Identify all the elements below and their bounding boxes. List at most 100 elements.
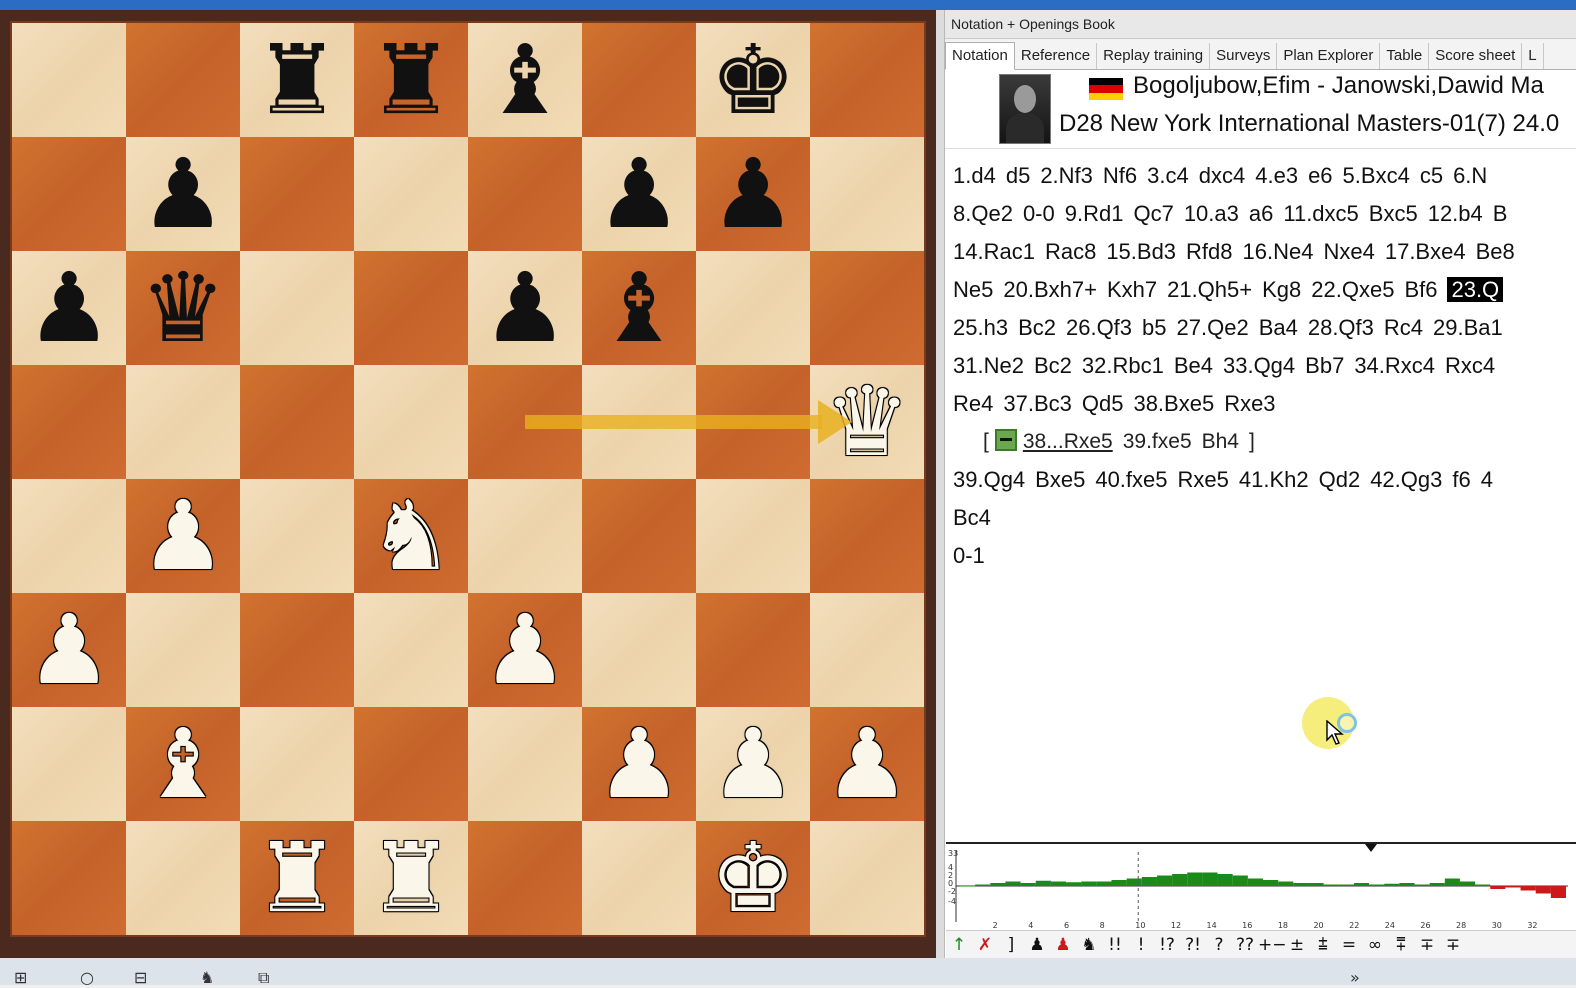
move[interactable]: 11.dxc5 [1283,201,1358,226]
black-better-alt-button[interactable]: ∓ [1440,935,1466,955]
square-f7[interactable]: ♟ [582,137,696,251]
move[interactable]: 31.Ne2 [953,353,1024,378]
notation-text[interactable]: 1.d4 d5 2.Nf3 Nf6 3.c4 dxc4 4.e3 e6 5.Bxc4 c5 6.N 8… [945,149,1576,575]
move[interactable]: Ba4 [1259,315,1298,340]
move[interactable]: 21.Qh5+ [1167,277,1252,302]
move[interactable]: 26.Qf3 [1066,315,1132,340]
move[interactable]: 33.Qg4 [1223,353,1295,378]
white-slightly-better-button[interactable]: ⩲ [1310,935,1336,955]
task-view-icon[interactable]: ⊟ [134,968,147,987]
square-h3[interactable] [810,593,924,707]
tab-notation[interactable]: Notation [945,42,1015,70]
square-a8[interactable] [12,23,126,137]
move[interactable]: 6.N [1453,163,1487,188]
square-d8[interactable]: ♜ [354,23,468,137]
white-pawn-icon[interactable]: ♟ [824,716,910,812]
white-pawn-icon[interactable]: ♟ [140,488,226,584]
interesting-button[interactable]: !? [1154,935,1180,955]
move[interactable]: 4.e3 [1255,163,1298,188]
square-f1[interactable] [582,821,696,935]
move[interactable]: 17.Bxe4 [1385,239,1466,264]
move[interactable]: 9.Rd1 [1065,201,1124,226]
move[interactable]: Bc2 [1034,353,1072,378]
move[interactable]: Nf6 [1103,163,1137,188]
move[interactable]: Bf6 [1404,277,1437,302]
square-c8[interactable]: ♜ [240,23,354,137]
white-better-button[interactable]: ± [1284,935,1310,955]
move[interactable]: f6 [1452,467,1470,492]
square-c3[interactable] [240,593,354,707]
black-bishop-icon[interactable]: ♝ [482,32,568,128]
move[interactable]: e6 [1308,163,1332,188]
move[interactable]: Bxc5 [1369,201,1418,226]
move[interactable]: 32.Rbc1 [1082,353,1164,378]
square-b6[interactable]: ♛ [126,251,240,365]
square-f8[interactable] [582,23,696,137]
move[interactable]: B [1493,201,1508,226]
square-e5[interactable] [468,365,582,479]
square-c7[interactable] [240,137,354,251]
square-f5[interactable] [582,365,696,479]
white-queen-icon[interactable]: ♛ [824,374,910,470]
square-b8[interactable] [126,23,240,137]
evaluation-graph[interactable]: 33420-2-42 4 6 8 10 12 14 16 18 20 22 24 26 28 30 32 [946,842,1576,932]
bracket-icon[interactable]: ] [998,935,1024,955]
square-g4[interactable] [696,479,810,593]
square-c6[interactable] [240,251,354,365]
square-e6[interactable]: ♟ [468,251,582,365]
square-e2[interactable] [468,707,582,821]
tab-score-sheet[interactable]: Score sheet [1429,43,1523,69]
tab-plan-explorer[interactable]: Plan Explorer [1277,43,1381,69]
black-pawn-icon[interactable]: ♟ [140,146,226,242]
black-king-icon[interactable]: ♚ [710,32,796,128]
move[interactable]: 0-0 [1023,201,1055,226]
overflow-icon[interactable]: » [1350,968,1360,987]
square-g2[interactable]: ♟ [696,707,810,821]
white-pawn-icon[interactable]: ♟ [596,716,682,812]
square-e4[interactable] [468,479,582,593]
white-pawn-icon[interactable]: ♟ [710,716,796,812]
move[interactable]: Qc7 [1133,201,1173,226]
tab-replay-training[interactable]: Replay training [1097,43,1211,69]
move[interactable]: 10.a3 [1184,201,1239,226]
move[interactable]: 2.Nf3 [1040,163,1093,188]
square-d3[interactable] [354,593,468,707]
move[interactable]: 0-1 [953,543,985,568]
tab-l[interactable]: L [1522,43,1544,69]
square-b5[interactable] [126,365,240,479]
square-c5[interactable] [240,365,354,479]
pane-splitter[interactable] [936,10,944,958]
square-h4[interactable] [810,479,924,593]
square-g3[interactable] [696,593,810,707]
move[interactable]: b5 [1142,315,1166,340]
move[interactable]: 4 [1481,467,1493,492]
move[interactable]: 27.Qe2 [1177,315,1249,340]
move[interactable]: Bc2 [1018,315,1056,340]
move[interactable]: Kg8 [1262,277,1301,302]
white-bishop-icon[interactable]: ♝ [140,716,226,812]
red-pawn-icon[interactable]: ♟ [1050,935,1076,955]
move[interactable]: Be8 [1476,239,1515,264]
square-a1[interactable] [12,821,126,935]
move[interactable]: 16.Ne4 [1243,239,1314,264]
move[interactable]: c5 [1420,163,1443,188]
collapse-variation-icon[interactable] [994,429,1017,451]
move[interactable]: 5.Bxc4 [1343,163,1410,188]
white-pawn-icon[interactable]: ♟ [482,602,568,698]
square-f4[interactable] [582,479,696,593]
move[interactable]: Rfd8 [1186,239,1232,264]
black-pawn-icon[interactable]: ♟ [710,146,796,242]
move[interactable]: Nxe4 [1323,239,1374,264]
square-c2[interactable] [240,707,354,821]
square-h7[interactable] [810,137,924,251]
move[interactable]: Qd5 [1082,391,1124,416]
square-d4[interactable]: ♞ [354,479,468,593]
move[interactable]: 1.d4 [953,163,996,188]
white-pawn-icon[interactable]: ♟ [26,602,112,698]
move[interactable]: 22.Qxe5 [1311,277,1394,302]
white-king-icon[interactable]: ♚ [710,830,796,926]
black-queen-icon[interactable]: ♛ [140,260,226,356]
square-e8[interactable]: ♝ [468,23,582,137]
variation-move[interactable]: 38...Rxe5 [1023,430,1113,453]
square-h2[interactable]: ♟ [810,707,924,821]
